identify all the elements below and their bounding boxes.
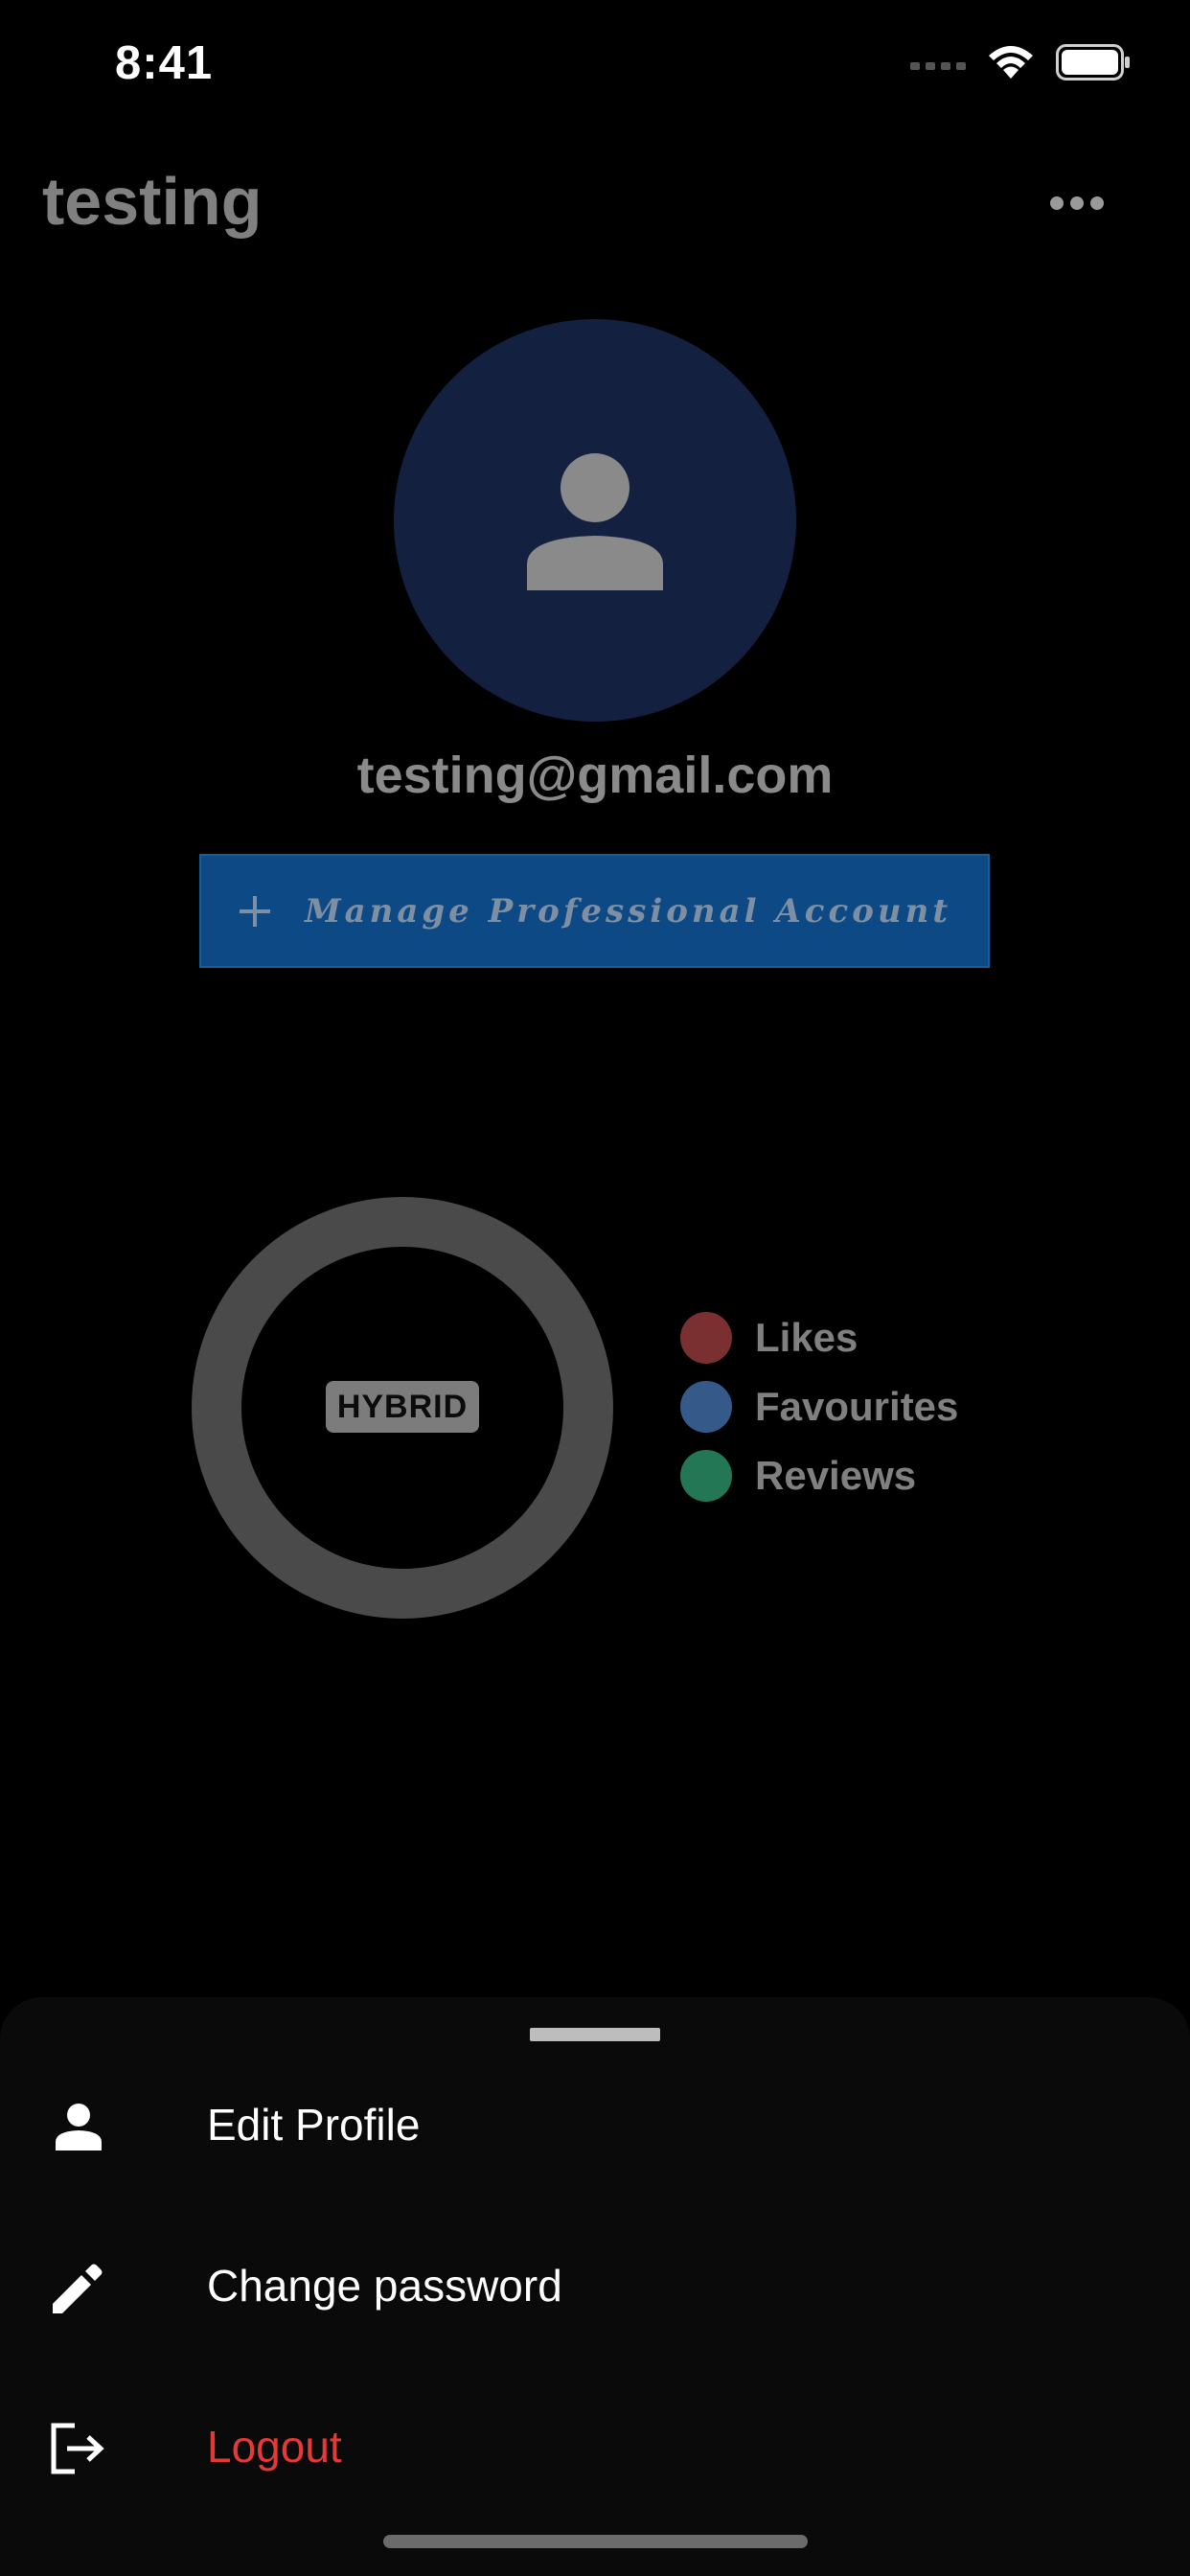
menu-item-change-password[interactable]: Change password	[0, 2214, 1190, 2358]
legend-dot-likes	[680, 1312, 732, 1364]
legend-item-likes: Likes	[680, 1311, 958, 1365]
legend-label: Reviews	[755, 1453, 917, 1498]
plus-icon	[239, 895, 270, 927]
page-title: testing	[42, 164, 263, 239]
person-icon	[527, 452, 663, 590]
menu-item-logout[interactable]: Logout	[0, 2375, 1190, 2518]
battery-icon	[1056, 44, 1130, 80]
legend-dot-favourites	[680, 1381, 732, 1433]
legend-item-reviews: Reviews	[680, 1449, 958, 1503]
pencil-icon	[50, 2259, 107, 2316]
home-indicator[interactable]	[383, 2535, 808, 2548]
menu-item-label: Edit Profile	[207, 2100, 421, 2150]
hybrid-badge: HYBRID	[326, 1381, 479, 1433]
cellular-signal-icon	[910, 62, 966, 70]
legend-label: Likes	[755, 1315, 858, 1360]
menu-item-label: Change password	[207, 2261, 562, 2311]
menu-item-edit-profile[interactable]: Edit Profile	[0, 2053, 1190, 2196]
more-horizontal-icon	[1050, 196, 1064, 210]
user-email: testing@gmail.com	[356, 747, 834, 804]
wifi-icon	[989, 46, 1033, 79]
legend-item-favourites: Favourites	[680, 1380, 958, 1434]
manage-button-label: Manage Professional Account	[304, 891, 952, 931]
manage-professional-account-button[interactable]: Manage Professional Account	[199, 854, 990, 968]
person-icon	[50, 2098, 107, 2155]
legend-dot-reviews	[680, 1450, 732, 1502]
sheet-drag-handle[interactable]	[530, 2028, 660, 2041]
status-bar: 8:41	[0, 0, 1190, 126]
legend-label: Favourites	[755, 1384, 959, 1429]
status-time: 8:41	[115, 37, 214, 89]
avatar[interactable]	[394, 319, 796, 722]
logout-icon	[50, 2420, 107, 2477]
menu-item-label: Logout	[207, 2422, 342, 2472]
more-options-button[interactable]	[1050, 190, 1104, 217]
stats-legend: Likes Favourites Reviews	[680, 1311, 958, 1518]
status-icons	[910, 44, 1131, 80]
